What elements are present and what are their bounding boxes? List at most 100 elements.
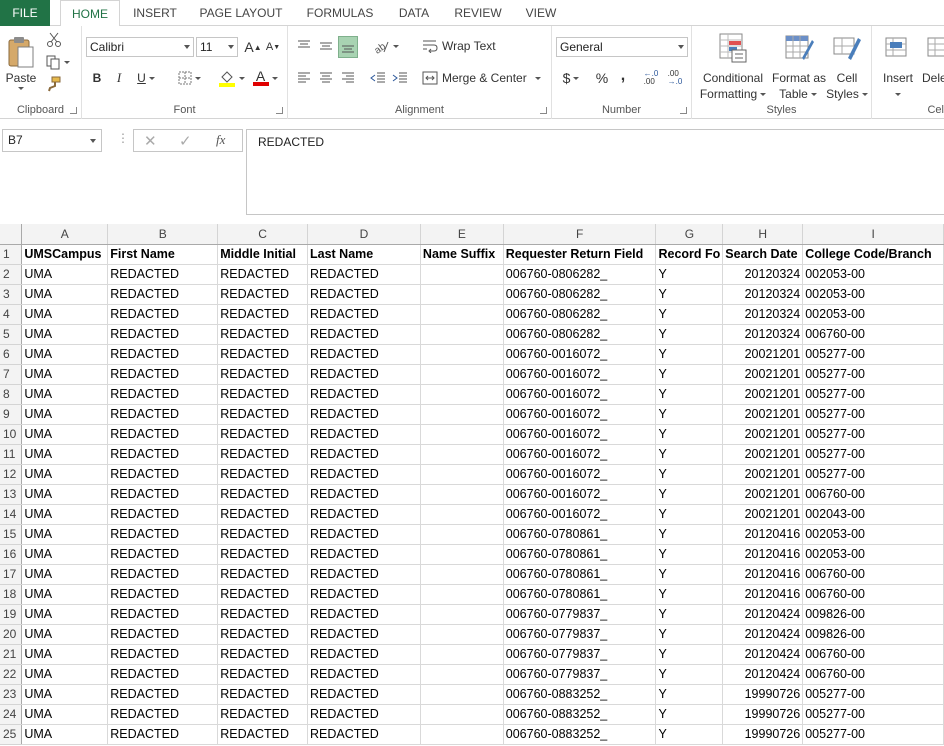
cell-i22[interactable]: 006760-00 <box>802 664 944 685</box>
cell-a12[interactable]: UMA <box>21 464 109 485</box>
cell-i18[interactable]: 006760-00 <box>802 584 944 605</box>
cell-b18[interactable]: REDACTED <box>107 584 219 605</box>
row-header[interactable]: 23 <box>0 684 23 705</box>
cell-g6[interactable]: Y <box>655 344 724 365</box>
cell-c10[interactable]: REDACTED <box>217 424 308 445</box>
italic-button[interactable]: I <box>110 68 128 88</box>
cell-f11[interactable]: 006760-0016072_ <box>503 444 657 465</box>
cell-a4[interactable]: UMA <box>21 304 109 325</box>
cell-d20[interactable]: REDACTED <box>307 624 421 645</box>
cell-d18[interactable]: REDACTED <box>307 584 421 605</box>
cell-g12[interactable]: Y <box>655 464 724 485</box>
cell-h5[interactable]: 20120324 <box>722 324 804 345</box>
cell-a22[interactable]: UMA <box>21 664 109 685</box>
cell-c22[interactable]: REDACTED <box>217 664 308 685</box>
cell-c11[interactable]: REDACTED <box>217 444 308 465</box>
cell-b21[interactable]: REDACTED <box>107 644 219 665</box>
cell-f22[interactable]: 006760-0779837_ <box>503 664 657 685</box>
cell-e15[interactable] <box>420 524 504 545</box>
row-header[interactable]: 25 <box>0 724 23 745</box>
cell-f19[interactable]: 006760-0779837_ <box>503 604 657 625</box>
alignment-launcher-icon[interactable] <box>540 107 547 114</box>
font-color-button[interactable]: A <box>250 66 280 90</box>
align-right-button[interactable] <box>338 68 358 88</box>
row-header[interactable]: 10 <box>0 424 23 445</box>
cell-d4[interactable]: REDACTED <box>307 304 421 325</box>
cell-h2[interactable]: 20120324 <box>722 264 804 285</box>
cell-a20[interactable]: UMA <box>21 624 109 645</box>
cell-e4[interactable] <box>420 304 504 325</box>
cell-i10[interactable]: 005277-00 <box>802 424 944 445</box>
cell-e24[interactable] <box>420 704 504 725</box>
row-header[interactable]: 6 <box>0 344 23 365</box>
cell-f24[interactable]: 006760-0883252_ <box>503 704 657 725</box>
cell-f4[interactable]: 006760-0806282_ <box>503 304 657 325</box>
cell-e22[interactable] <box>420 664 504 685</box>
copy-button[interactable] <box>44 52 70 72</box>
row-header[interactable]: 11 <box>0 444 23 465</box>
cell-c7[interactable]: REDACTED <box>217 364 308 385</box>
cell-d25[interactable]: REDACTED <box>307 724 421 745</box>
cell-g24[interactable]: Y <box>655 704 724 725</box>
cell-d21[interactable]: REDACTED <box>307 644 421 665</box>
cell-c17[interactable]: REDACTED <box>217 564 308 585</box>
cell-i23[interactable]: 005277-00 <box>802 684 944 705</box>
cell-c12[interactable]: REDACTED <box>217 464 308 485</box>
cell-c14[interactable]: REDACTED <box>217 504 308 525</box>
cell-h24[interactable]: 19990726 <box>722 704 804 725</box>
increase-indent-button[interactable] <box>390 68 410 88</box>
cell-c24[interactable]: REDACTED <box>217 704 308 725</box>
merge-center-button[interactable]: Merge & Center <box>422 68 546 88</box>
cell-a25[interactable]: UMA <box>21 724 109 745</box>
cell-f1[interactable]: Requester Return Field <box>503 244 657 265</box>
grow-font-button[interactable]: A ▲ <box>244 37 262 57</box>
cell-d3[interactable]: REDACTED <box>307 284 421 305</box>
cell-a14[interactable]: UMA <box>21 504 109 525</box>
borders-button[interactable] <box>174 68 204 88</box>
cell-a16[interactable]: UMA <box>21 544 109 565</box>
cell-f5[interactable]: 006760-0806282_ <box>503 324 657 345</box>
row-header[interactable]: 24 <box>0 704 23 725</box>
cell-d24[interactable]: REDACTED <box>307 704 421 725</box>
row-header[interactable]: 18 <box>0 584 23 605</box>
cell-i8[interactable]: 005277-00 <box>802 384 944 405</box>
cell-i25[interactable]: 005277-00 <box>802 724 944 745</box>
column-header-a[interactable]: A <box>21 224 109 245</box>
cell-g10[interactable]: Y <box>655 424 724 445</box>
cell-d13[interactable]: REDACTED <box>307 484 421 505</box>
cell-f14[interactable]: 006760-0016072_ <box>503 504 657 525</box>
cell-a13[interactable]: UMA <box>21 484 109 505</box>
align-left-button[interactable] <box>294 68 314 88</box>
cell-d12[interactable]: REDACTED <box>307 464 421 485</box>
cell-h19[interactable]: 20120424 <box>722 604 804 625</box>
select-all-corner[interactable] <box>0 224 23 245</box>
cell-h21[interactable]: 20120424 <box>722 644 804 665</box>
cell-e7[interactable] <box>420 364 504 385</box>
cell-a19[interactable]: UMA <box>21 604 109 625</box>
cell-h25[interactable]: 19990726 <box>722 724 804 745</box>
cell-g5[interactable]: Y <box>655 324 724 345</box>
cell-h13[interactable]: 20021201 <box>722 484 804 505</box>
cell-f2[interactable]: 006760-0806282_ <box>503 264 657 285</box>
row-header[interactable]: 12 <box>0 464 23 485</box>
fill-color-button[interactable] <box>216 66 246 90</box>
cell-i4[interactable]: 002053-00 <box>802 304 944 325</box>
column-header-h[interactable]: H <box>722 224 804 245</box>
cell-g25[interactable]: Y <box>655 724 724 745</box>
cell-e14[interactable] <box>420 504 504 525</box>
enter-check-icon[interactable]: ✓ <box>179 132 192 150</box>
cell-g18[interactable]: Y <box>655 584 724 605</box>
cell-b2[interactable]: REDACTED <box>107 264 219 285</box>
cell-i19[interactable]: 009826-00 <box>802 604 944 625</box>
percent-button[interactable]: % <box>592 68 612 88</box>
format-painter-button[interactable] <box>44 74 64 94</box>
cell-c16[interactable]: REDACTED <box>217 544 308 565</box>
top-align-button[interactable] <box>294 36 314 56</box>
cell-b3[interactable]: REDACTED <box>107 284 219 305</box>
cell-i7[interactable]: 005277-00 <box>802 364 944 385</box>
cell-d9[interactable]: REDACTED <box>307 404 421 425</box>
row-header[interactable]: 3 <box>0 284 23 305</box>
column-header-d[interactable]: D <box>307 224 421 245</box>
cell-i2[interactable]: 002053-00 <box>802 264 944 285</box>
cell-g3[interactable]: Y <box>655 284 724 305</box>
